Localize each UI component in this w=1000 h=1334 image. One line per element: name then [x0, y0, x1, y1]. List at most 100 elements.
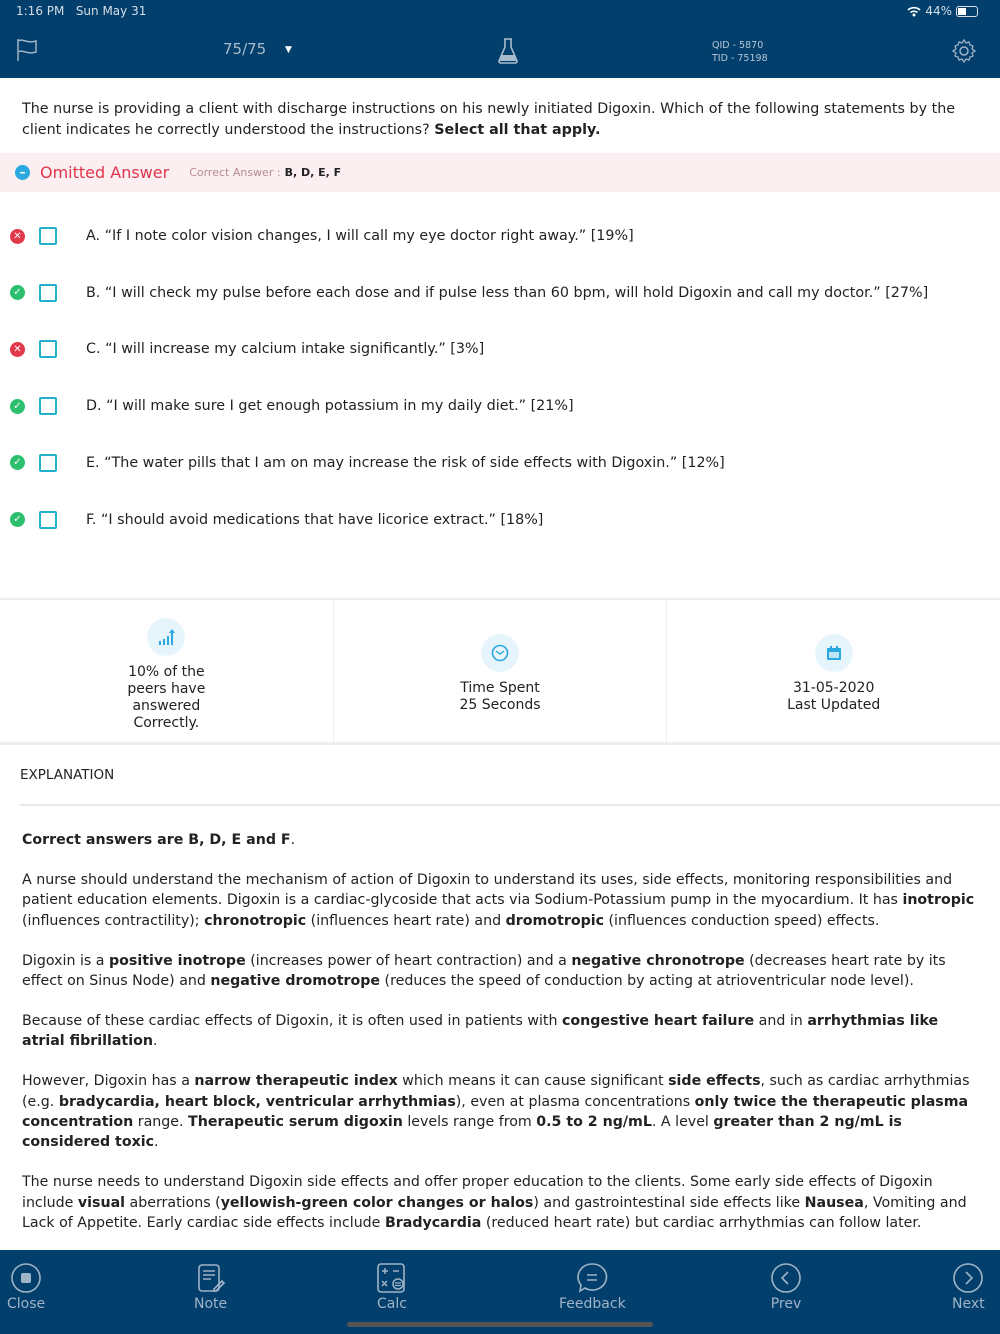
- flask-icon[interactable]: [498, 38, 518, 64]
- peers-line: peers have: [127, 681, 206, 697]
- option-f[interactable]: ✓ F. “I should avoid medications that hav…: [0, 505, 1000, 535]
- question-counter[interactable]: 75/75: [223, 40, 266, 58]
- divider: [20, 804, 1000, 806]
- battery-percent: 44%: [925, 4, 952, 18]
- option-e[interactable]: ✓ E. “The water pills that I am on may in…: [0, 448, 1000, 478]
- home-indicator[interactable]: [347, 1322, 653, 1327]
- option-text: F. “I should avoid medications that have…: [86, 511, 544, 528]
- option-text: C. “I will increase my calcium intake si…: [86, 341, 485, 358]
- chart-up-icon: [147, 618, 186, 656]
- text-segment: .: [152, 1033, 158, 1050]
- option-checkbox[interactable]: [39, 227, 57, 245]
- check-circle-icon: ✓: [10, 398, 25, 414]
- option-a[interactable]: ✕ A. “If I note color vision changes, I w…: [0, 221, 1000, 251]
- result-banner: – Omitted Answer Correct Answer : B, D, …: [0, 153, 1000, 192]
- emphasis-text: chronotropic: [204, 912, 307, 929]
- text-segment: (influences heart rate) and: [306, 912, 506, 929]
- calendar-icon: [814, 634, 853, 672]
- text-segment: (influences conduction speed) effects.: [604, 912, 880, 929]
- emphasis-text: yellowish-green color changes or halos: [220, 1194, 534, 1211]
- explanation-paragraph: The nurse needs to understand Digoxin si…: [22, 1172, 984, 1233]
- emphasis-text: negative chronotrope: [571, 952, 745, 969]
- feedback-label: Feedback: [559, 1296, 626, 1312]
- peers-line: Correctly.: [133, 715, 200, 731]
- option-checkbox[interactable]: [39, 453, 57, 472]
- chevron-left-icon: [771, 1263, 801, 1293]
- text-segment: (reduces the speed of conduction by acti…: [380, 973, 914, 990]
- chevron-right-icon: [953, 1263, 984, 1293]
- option-b[interactable]: ✓ B. “I will check my pulse before each d…: [0, 278, 1000, 308]
- status-right: 44%: [907, 4, 978, 18]
- emphasis-text: Bradycardia: [384, 1215, 482, 1232]
- chevron-down-icon[interactable]: ▼: [285, 45, 292, 55]
- calc-button[interactable]: Calc: [377, 1262, 407, 1312]
- next-button[interactable]: Next: [952, 1262, 985, 1312]
- stat-time: Time Spent 25 Seconds: [332, 600, 667, 742]
- gear-icon[interactable]: [952, 39, 976, 63]
- emphasis-text: Correct answers are B, D, E and F: [22, 832, 291, 848]
- text-segment: ), even at plasma concentrations: [455, 1093, 695, 1110]
- emphasis-text: negative dromotrope: [210, 973, 381, 990]
- updated-date: 31-05-2020: [792, 680, 875, 696]
- emphasis-text: congestive heart failure: [562, 1012, 755, 1029]
- status-time: 1:16 PM Sun May 31: [16, 4, 146, 18]
- text-segment: (reduced heart rate) but cardiac arrhyth…: [481, 1215, 922, 1232]
- clock-icon: [481, 634, 519, 672]
- qid: QID - 5870: [712, 40, 764, 51]
- text-segment: aberrations (: [125, 1194, 221, 1211]
- explanation-paragraph: Correct answers are B, D, E and F.: [22, 830, 984, 850]
- minus-circle-icon: –: [15, 165, 30, 180]
- option-checkbox[interactable]: [39, 510, 57, 529]
- tid: TID - 75198: [712, 53, 768, 64]
- x-circle-icon: ✕: [10, 341, 25, 357]
- emphasis-text: narrow therapeutic index: [194, 1073, 398, 1090]
- question-ids: QID - 5870 TID - 75198: [712, 39, 768, 65]
- text-segment: However, Digoxin has a: [22, 1073, 195, 1090]
- close-label: Close: [7, 1296, 46, 1312]
- option-checkbox[interactable]: [39, 340, 57, 359]
- text-segment: .: [290, 832, 296, 848]
- option-c[interactable]: ✕ C. “I will increase my calcium intake s…: [0, 334, 1000, 364]
- stat-updated: 31-05-2020 Last Updated: [666, 600, 1000, 742]
- text-segment: .: [154, 1134, 159, 1151]
- question-instruction: Select all that apply.: [434, 121, 601, 138]
- feedback-button[interactable]: Feedback: [559, 1262, 626, 1312]
- prev-button[interactable]: Prev: [770, 1262, 802, 1312]
- note-icon: [197, 1264, 225, 1292]
- explanation-paragraph: A nurse should understand the mechanism …: [22, 870, 984, 931]
- stat-peers: 10% of the peers have answered Correctly.: [0, 600, 333, 742]
- peers-line: 10% of the: [128, 664, 205, 680]
- note-button[interactable]: Note: [194, 1262, 227, 1312]
- explanation-paragraph: Digoxin is a positive inotrope (increase…: [22, 951, 984, 992]
- flag-icon[interactable]: [16, 38, 38, 62]
- stats-panel: 10% of the peers have answered Correctly. T…: [0, 598, 1000, 745]
- feedback-icon: [577, 1263, 608, 1293]
- text-segment: . A level: [651, 1114, 714, 1131]
- option-text: D. “I will make sure I get enough potass…: [86, 398, 574, 415]
- time: 1:16 PM: [16, 4, 65, 18]
- wifi-icon: [907, 6, 921, 16]
- result-status: Omitted Answer: [40, 163, 170, 182]
- text-segment: (increases power of heart contraction) a…: [245, 952, 572, 969]
- option-checkbox[interactable]: [39, 397, 57, 416]
- option-checkbox[interactable]: [39, 283, 57, 302]
- updated-label: Last Updated: [787, 697, 881, 713]
- text-segment: levels range from: [402, 1114, 537, 1131]
- emphasis-text: Nausea: [804, 1194, 864, 1211]
- text-segment: ) and gastrointestinal side effects like: [533, 1194, 805, 1211]
- emphasis-text: 0.5 to 2 ng/mL: [536, 1114, 652, 1131]
- close-button[interactable]: Close: [7, 1262, 45, 1312]
- option-d[interactable]: ✓ D. “I will make sure I get enough potas…: [0, 391, 1000, 421]
- top-bar: 1:16 PM Sun May 31 44% 75/75 ▼ QID - 587…: [0, 0, 1000, 78]
- next-label: Next: [952, 1296, 985, 1312]
- emphasis-text: visual: [77, 1194, 126, 1211]
- check-circle-icon: ✓: [10, 455, 25, 471]
- option-text: B. “I will check my pulse before each do…: [86, 284, 929, 301]
- calculator-icon: [377, 1263, 405, 1293]
- explanation-paragraph: However, Digoxin has a narrow therapeuti…: [22, 1071, 984, 1153]
- check-circle-icon: ✓: [10, 285, 25, 301]
- explanation-body[interactable]: Correct answers are B, D, E and F. A nurs…: [22, 830, 984, 1250]
- battery-icon: [956, 5, 978, 17]
- text-segment: and in: [754, 1012, 808, 1029]
- text-segment: Because of these cardiac effects of Digo…: [22, 1012, 562, 1029]
